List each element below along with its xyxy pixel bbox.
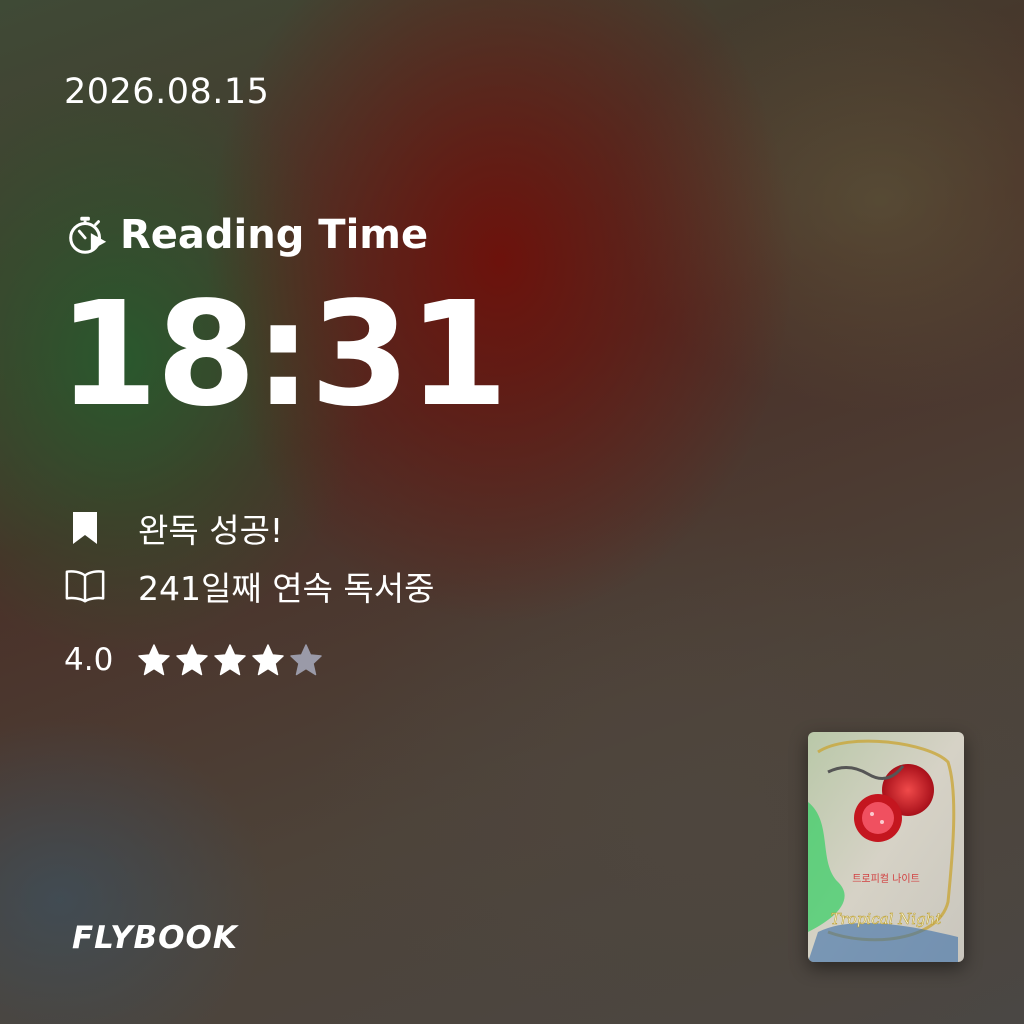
- rating-stars: [137, 643, 327, 677]
- date-label: 2026.08.15: [64, 72, 270, 112]
- rating-value: 4.0: [64, 642, 114, 678]
- cover-title-korean: 트로피컬 나이트: [852, 872, 920, 885]
- star-filled-icon: [138, 644, 171, 676]
- reading-time-label: Reading Time: [120, 212, 429, 258]
- cover-title: Tropical Night: [831, 910, 943, 928]
- book-cover[interactable]: 트로피컬 나이트 Tropical Night: [808, 732, 964, 962]
- streak-label: 241일째 연속 독서중: [138, 569, 435, 608]
- reading-time-value: 18:31: [58, 270, 508, 438]
- flybook-logo: FLYBOOK: [72, 920, 238, 956]
- stopwatch-icon: [69, 216, 107, 254]
- open-book-icon: [64, 565, 106, 607]
- star-filled-icon: [252, 644, 285, 676]
- reading-time-header: Reading Time: [64, 212, 428, 258]
- star-filled-icon: [214, 644, 247, 676]
- completion-status: 완독 성공!: [64, 504, 283, 552]
- bookmark-icon: [64, 507, 106, 549]
- rating: 4.0: [64, 642, 327, 678]
- star-filled-icon: [176, 644, 209, 676]
- reading-streak: 241일째 연속 독서중: [64, 562, 435, 610]
- star-empty-icon: [290, 644, 323, 676]
- completion-label: 완독 성공!: [138, 511, 284, 550]
